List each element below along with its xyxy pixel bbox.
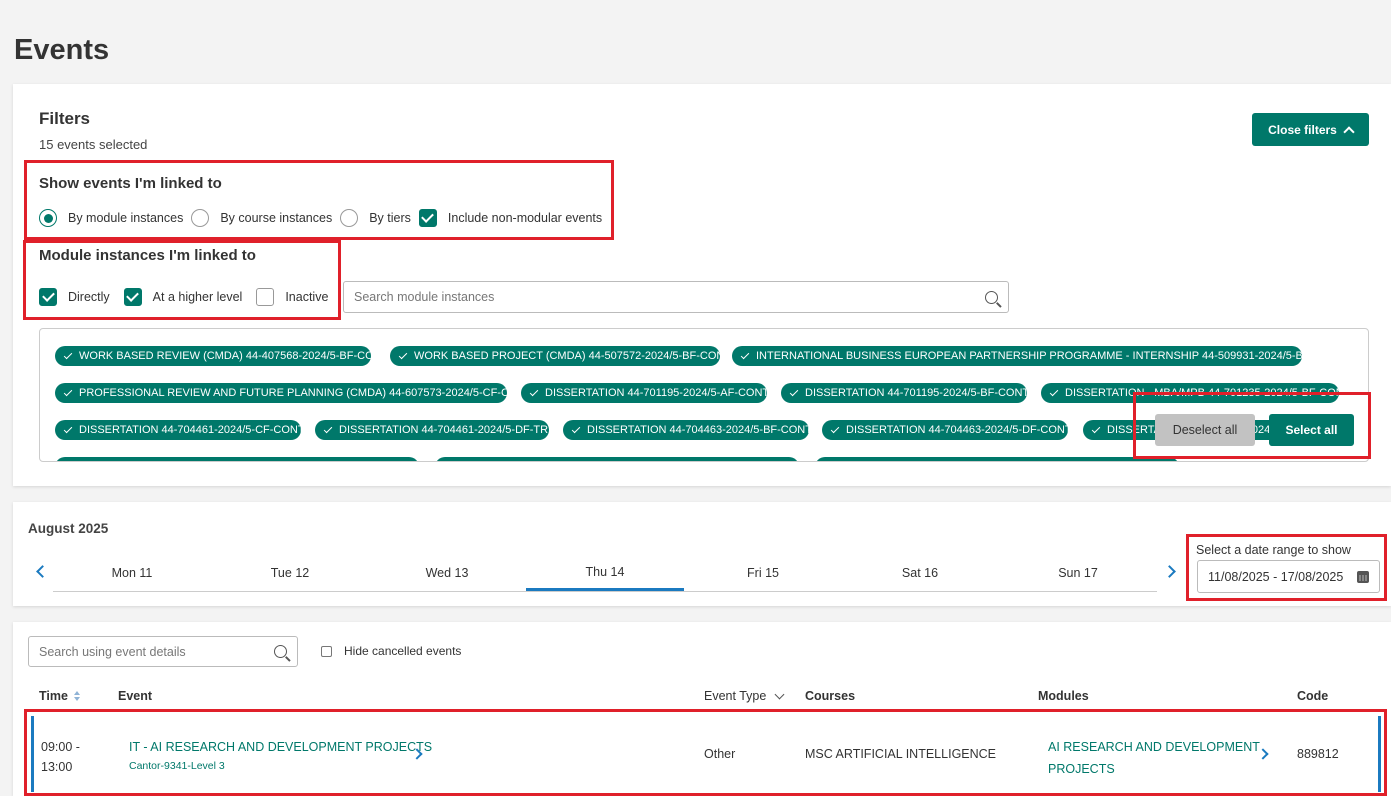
module-tag[interactable]: DISSERTATION 44-704461-2024/5-DF-TRI3 bbox=[315, 420, 549, 440]
module-tag[interactable] bbox=[435, 457, 799, 462]
module-tag[interactable]: WORK BASED PROJECT (CMDA) 44-507572-2024… bbox=[390, 346, 720, 366]
column-header-modules: Modules bbox=[1038, 689, 1089, 703]
chevron-down-icon[interactable] bbox=[774, 689, 785, 699]
inactive-label: Inactive bbox=[285, 290, 329, 304]
close-filters-button[interactable]: Close filters bbox=[1252, 113, 1369, 146]
hide-cancelled-label: Hide cancelled events bbox=[344, 644, 462, 658]
module-search-input[interactable] bbox=[354, 290, 985, 304]
column-header-event-type[interactable]: Event Type bbox=[704, 689, 785, 703]
date-range-input[interactable]: 11/08/2025 - 17/08/2025 bbox=[1197, 560, 1380, 593]
check-icon bbox=[63, 424, 73, 433]
module-tag[interactable] bbox=[815, 457, 1179, 462]
by-module-instances-label: By module instances bbox=[68, 211, 184, 225]
by-tiers-label: By tiers bbox=[369, 211, 411, 225]
column-header-code: Code bbox=[1297, 689, 1329, 703]
calendar-icon[interactable] bbox=[1357, 570, 1369, 583]
inactive-checkbox[interactable] bbox=[256, 288, 275, 306]
filters-panel: Filters 15 events selected Close filters… bbox=[13, 84, 1391, 486]
chevron-up-icon bbox=[1343, 125, 1355, 138]
show-linked-title: Show events I'm linked to bbox=[39, 175, 222, 192]
check-icon bbox=[63, 350, 73, 359]
check-icon bbox=[1091, 424, 1101, 433]
directly-checkbox[interactable] bbox=[39, 288, 57, 306]
check-icon bbox=[571, 424, 581, 433]
events-table-panel: Hide cancelled events Time Event Event T… bbox=[13, 622, 1391, 796]
show-linked-options: By module instances By course instances … bbox=[39, 209, 610, 227]
filters-title: Filters bbox=[39, 109, 91, 128]
directly-label: Directly bbox=[68, 290, 110, 304]
module-tag[interactable]: PROFESSIONAL REVIEW AND FUTURE PLANNING … bbox=[55, 383, 507, 403]
table-row[interactable]: 09:00 - 13:00 IT - AI RESEARCH AND DEVEL… bbox=[31, 716, 1381, 792]
module-tag[interactable]: INTERNATIONAL BUSINESS EUROPEAN PARTNERS… bbox=[732, 346, 1302, 366]
event-subtitle: Cantor-9341-Level 3 bbox=[129, 760, 225, 772]
deselect-all-button[interactable]: Deselect all bbox=[1155, 414, 1255, 446]
module-tag[interactable]: DISSERTATION 44-704463-2024/5-DF-CONT1 bbox=[822, 420, 1068, 440]
check-icon bbox=[830, 424, 840, 433]
event-code: 889812 bbox=[1297, 747, 1339, 761]
check-icon bbox=[63, 387, 73, 396]
include-non-modular-checkbox[interactable] bbox=[418, 209, 437, 227]
check-icon bbox=[444, 461, 452, 462]
check-icon bbox=[789, 387, 799, 396]
check-icon bbox=[824, 461, 832, 462]
event-search-box bbox=[28, 636, 298, 667]
module-tag[interactable] bbox=[55, 457, 419, 462]
check-icon bbox=[740, 350, 750, 359]
date-navigator: August 2025 Mon 11 Tue 12 Wed 13 Thu 14 … bbox=[13, 502, 1391, 606]
column-header-courses: Courses bbox=[805, 689, 856, 703]
event-title-link[interactable]: IT - AI RESEARCH AND DEVELOPMENT PROJECT… bbox=[129, 740, 432, 754]
column-header-event: Event bbox=[118, 689, 153, 703]
include-non-modular-label: Include non-modular events bbox=[447, 211, 603, 225]
column-header-time[interactable]: Time bbox=[39, 689, 80, 703]
day-tab-fri[interactable]: Fri 15 bbox=[684, 566, 842, 580]
module-tag[interactable]: WORK BASED REVIEW (CMDA) 44-407568-2024/… bbox=[55, 346, 371, 366]
check-icon bbox=[323, 424, 333, 433]
month-label: August 2025 bbox=[28, 521, 109, 536]
sort-icon[interactable] bbox=[73, 691, 80, 701]
module-tag[interactable]: DISSERTATION 44-701195-2024/5-BF-CONT2 bbox=[781, 383, 1027, 403]
select-all-button[interactable]: Select all bbox=[1269, 414, 1354, 446]
chevron-right-icon[interactable] bbox=[1163, 565, 1176, 578]
higher-level-checkbox[interactable] bbox=[123, 288, 142, 306]
module-instances-options: Directly At a higher level Inactive bbox=[39, 288, 336, 306]
by-module-instances-radio[interactable] bbox=[39, 209, 57, 227]
event-search-input[interactable] bbox=[39, 644, 274, 659]
chevron-left-icon[interactable] bbox=[36, 565, 49, 578]
day-tab-tue[interactable]: Tue 12 bbox=[211, 566, 369, 580]
events-selected-count: 15 events selected bbox=[39, 137, 148, 152]
module-tag[interactable]: DISSERTATION - MBA/MPB 44-701235-2024/5-… bbox=[1041, 383, 1339, 403]
hide-cancelled-checkbox[interactable] bbox=[321, 645, 332, 657]
module-tag[interactable]: DISSERTATION 44-704463-2024/5-BF-CONT1 bbox=[563, 420, 809, 440]
day-tab-thu[interactable]: Thu 14 bbox=[526, 565, 684, 591]
event-module-link[interactable]: AI RESEARCH AND DEVELOPMENT PROJECTS bbox=[1048, 736, 1260, 780]
module-instances-title: Module instances I'm linked to bbox=[39, 247, 256, 264]
check-icon bbox=[529, 387, 539, 396]
day-tab-mon[interactable]: Mon 11 bbox=[53, 566, 211, 580]
event-time: 09:00 - 13:00 bbox=[41, 740, 80, 774]
day-tabs-divider bbox=[53, 591, 1157, 592]
close-filters-label: Close filters bbox=[1268, 122, 1337, 137]
day-tab-sun[interactable]: Sun 17 bbox=[999, 566, 1157, 580]
search-icon[interactable] bbox=[274, 645, 287, 658]
event-course: MSC ARTIFICIAL INTELLIGENCE bbox=[805, 747, 997, 761]
page-title: Events bbox=[14, 34, 110, 66]
hide-cancelled-toggle[interactable]: Hide cancelled events bbox=[321, 644, 461, 658]
check-icon bbox=[1049, 387, 1059, 396]
module-search-box bbox=[343, 281, 1009, 313]
by-tiers-radio[interactable] bbox=[340, 209, 359, 227]
module-tag[interactable]: DISSERTATION 44-704461-2024/5-CF-CONT2 bbox=[55, 420, 301, 440]
day-tab-wed[interactable]: Wed 13 bbox=[368, 566, 526, 580]
higher-level-label: At a higher level bbox=[152, 290, 243, 304]
check-icon bbox=[64, 461, 72, 462]
date-range-label: Select a date range to show bbox=[1196, 543, 1351, 557]
by-course-instances-label: By course instances bbox=[220, 211, 333, 225]
search-icon[interactable] bbox=[985, 290, 998, 304]
day-tab-sat[interactable]: Sat 16 bbox=[841, 566, 999, 580]
module-tag[interactable]: DISSERTATION 44-701195-2024/5-AF-CONT1 bbox=[521, 383, 767, 403]
by-course-instances-radio[interactable] bbox=[191, 209, 210, 227]
event-type: Other bbox=[704, 747, 736, 761]
check-icon bbox=[398, 350, 408, 359]
date-range-value: 11/08/2025 - 17/08/2025 bbox=[1208, 569, 1344, 584]
